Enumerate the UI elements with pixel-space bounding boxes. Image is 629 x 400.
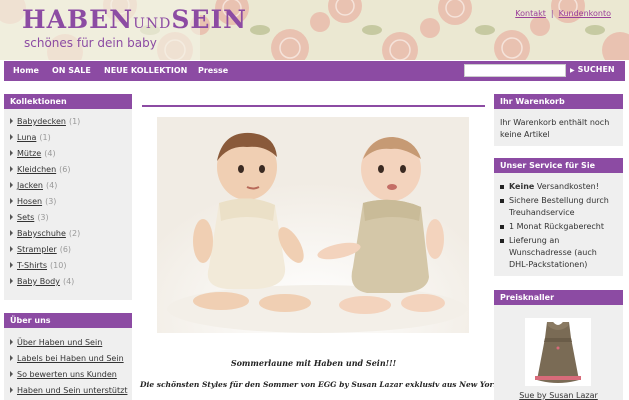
top-links-separator: | <box>550 9 554 18</box>
content-divider <box>142 105 485 107</box>
bullet-arrow-icon <box>10 134 13 140</box>
bullet-arrow-icon <box>10 118 13 124</box>
bullet-arrow-icon <box>10 278 13 284</box>
kundenkonto-link[interactable]: Kundenkonto <box>559 9 611 18</box>
list-item[interactable]: Mütze (4) <box>10 147 132 163</box>
list-item[interactable]: Babydecken (1) <box>10 115 132 131</box>
search-input[interactable] <box>464 64 566 77</box>
list-item[interactable]: T-Shirts (10) <box>10 259 132 275</box>
warenkorb-title: Ihr Warenkorb <box>494 94 623 109</box>
service-list: Keine Versandkosten! Sichere Bestellung … <box>494 173 623 271</box>
list-item[interactable]: Über Haben und Sein <box>10 336 132 352</box>
product-name-link[interactable]: Sue by Susan Lazar <box>494 391 623 400</box>
bullet-arrow-icon <box>10 339 13 345</box>
product-image-dress[interactable] <box>525 318 591 386</box>
service-title: Unser Service für Sie <box>494 158 623 173</box>
list-item[interactable]: Haben und Sein unterstützt <box>10 384 132 400</box>
service-box: Unser Service für Sie Keine Versandkoste… <box>494 158 623 276</box>
bullet-arrow-icon <box>10 230 13 236</box>
list-item[interactable]: Sets (3) <box>10 211 132 227</box>
search-button[interactable]: ▶ SUCHEN <box>570 65 615 74</box>
caption-subline: Die schönsten Styles für den Sommer von … <box>140 380 502 389</box>
list-item[interactable]: Jacken (4) <box>10 179 132 195</box>
ueber-uns-list: Über Haben und Sein Labels bei Haben und… <box>4 328 132 400</box>
bullet-arrow-icon <box>10 355 13 361</box>
bullet-arrow-icon <box>10 371 13 377</box>
kontakt-link[interactable]: Kontakt <box>515 9 546 18</box>
nav-neue-kollektion[interactable]: NEUE KOLLEKTION <box>104 66 187 75</box>
nav-home[interactable]: Home <box>13 66 39 75</box>
bullet-arrow-icon <box>10 387 13 393</box>
babies-illustration <box>157 117 469 333</box>
dress-illustration <box>525 318 591 386</box>
list-item[interactable]: Hosen (3) <box>10 195 132 211</box>
preisknaller-title: Preisknaller <box>494 290 623 305</box>
list-item[interactable]: So bewerten uns Kunden <box>10 368 132 384</box>
bullet-arrow-icon <box>10 246 13 252</box>
top-links: Kontakt | Kundenkonto <box>515 9 611 18</box>
search-button-label: SUCHEN <box>577 65 615 74</box>
bullet-arrow-icon <box>10 214 13 220</box>
bullet-arrow-icon <box>10 182 13 188</box>
list-item: 1 Monat Rückgaberecht <box>500 221 617 233</box>
bullet-arrow-icon <box>10 150 13 156</box>
arrow-right-icon: ▶ <box>570 67 575 74</box>
bullet-arrow-icon <box>10 262 13 268</box>
warenkorb-box: Ihr Warenkorb Ihr Warenkorb enthält noch… <box>494 94 623 146</box>
kollektionen-box: Kollektionen Babydecken (1) Luna (1) Mütze… <box>4 94 132 300</box>
logo-tagline: schönes für dein baby <box>24 36 157 50</box>
kollektionen-list: Babydecken (1) Luna (1) Mütze (4) Kleidchen… <box>4 109 132 291</box>
list-item[interactable]: Kleidchen (6) <box>10 163 132 179</box>
list-item: Keine Versandkosten! <box>500 181 617 193</box>
logo-wordmark: HABENUNDSEIN <box>22 5 247 34</box>
list-item: Sichere Bestellung durch Treuhandservice <box>500 195 617 219</box>
site-logo[interactable]: HABENUNDSEIN schönes für dein baby <box>22 5 247 51</box>
bullet-arrow-icon <box>10 198 13 204</box>
list-item[interactable]: Babyschuhe (2) <box>10 227 132 243</box>
caption-headline: Sommerlaune mit Haben und Sein!!! <box>230 358 397 368</box>
list-item[interactable]: Baby Body (4) <box>10 275 132 291</box>
bullet-arrow-icon <box>10 166 13 172</box>
warenkorb-text: Ihr Warenkorb enthält noch keine Artikel <box>500 118 610 139</box>
list-item[interactable]: Luna (1) <box>10 131 132 147</box>
nav-on-sale[interactable]: ON SALE <box>52 66 91 75</box>
ueber-uns-box: Über uns Über Haben und Sein Labels bei … <box>4 313 132 400</box>
list-item: Lieferung an Wunschadresse (auch DHL-Pac… <box>500 235 617 271</box>
list-item[interactable]: Strampler (6) <box>10 243 132 259</box>
site-header: HABENUNDSEIN schönes für dein baby Konta… <box>0 0 629 60</box>
main-navigation: Home ON SALE NEUE KOLLEKTION Presse ▶ SUC… <box>4 61 625 81</box>
list-item[interactable]: Labels bei Haben und Sein <box>10 352 132 368</box>
ueber-uns-title: Über uns <box>4 313 132 328</box>
hero-image-two-babies <box>157 117 469 333</box>
nav-presse[interactable]: Presse <box>198 66 228 75</box>
kollektionen-title: Kollektionen <box>4 94 132 109</box>
